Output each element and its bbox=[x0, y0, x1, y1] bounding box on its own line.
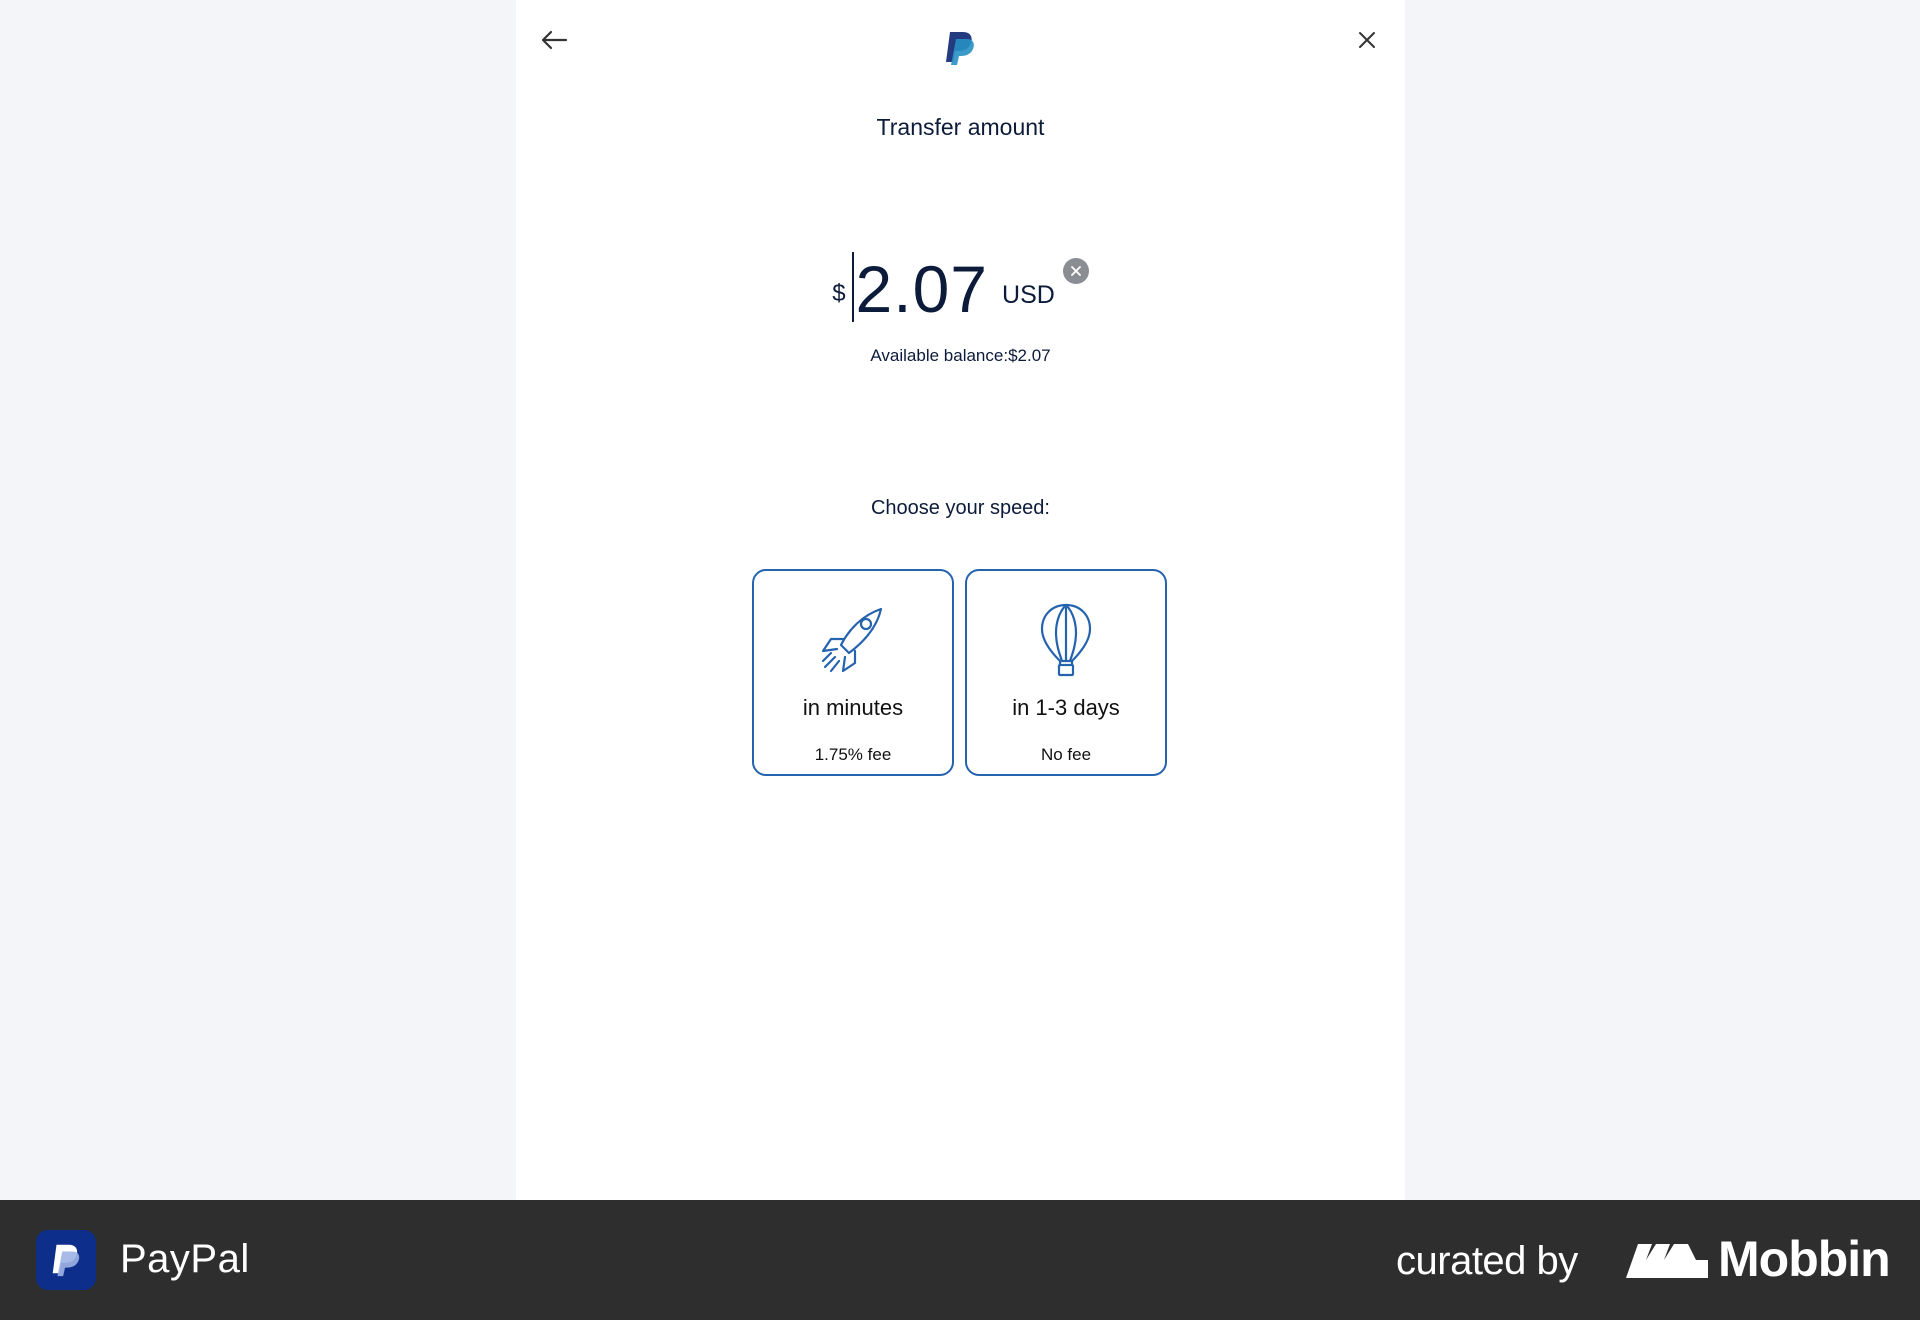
paypal-logo-icon bbox=[52, 1244, 80, 1277]
transfer-panel: Transfer amount $ 2.07 USD Available bal… bbox=[516, 0, 1405, 1200]
paypal-app-icon bbox=[36, 1230, 96, 1290]
text-caret bbox=[851, 252, 854, 322]
close-button[interactable] bbox=[1343, 16, 1391, 64]
speed-option-title: in 1-3 days bbox=[1012, 695, 1120, 720]
speed-option-standard[interactable]: in 1-3 days No fee bbox=[965, 569, 1167, 776]
currency-symbol: $ bbox=[832, 280, 846, 307]
footer-bar: PayPal curated by Mobbin bbox=[0, 1200, 1920, 1320]
amount-input[interactable]: $ 2.07 USD bbox=[516, 250, 1405, 322]
back-button[interactable] bbox=[530, 16, 578, 64]
speed-option-fee: 1.75% fee bbox=[814, 745, 892, 764]
speed-option-title: in minutes bbox=[802, 695, 904, 720]
clear-icon bbox=[1070, 266, 1081, 276]
currency-code: USD bbox=[1002, 281, 1055, 309]
speed-label: Choose your speed: bbox=[870, 497, 1050, 519]
speed-option-instant[interactable]: in minutes 1.75% fee bbox=[752, 569, 954, 776]
hot-air-balloon-icon bbox=[1040, 603, 1092, 677]
amount-value[interactable]: 2.07 bbox=[856, 256, 988, 322]
clear-amount-button[interactable] bbox=[1062, 258, 1089, 284]
rocket-icon bbox=[821, 607, 883, 673]
available-balance: Available balance:$2.07 bbox=[870, 346, 1051, 365]
footer-curated-by: curated by bbox=[1396, 1239, 1578, 1283]
page-title: Transfer amount bbox=[876, 114, 1045, 140]
speed-option-fee: No fee bbox=[1040, 745, 1092, 764]
paypal-logo-icon bbox=[946, 32, 974, 65]
footer-brand: Mobbin bbox=[1718, 1231, 1891, 1287]
close-icon bbox=[1359, 32, 1375, 48]
mobbin-logo-icon bbox=[1626, 1244, 1708, 1278]
arrow-left-icon bbox=[541, 30, 568, 50]
footer-app-name: PayPal bbox=[120, 1237, 250, 1281]
